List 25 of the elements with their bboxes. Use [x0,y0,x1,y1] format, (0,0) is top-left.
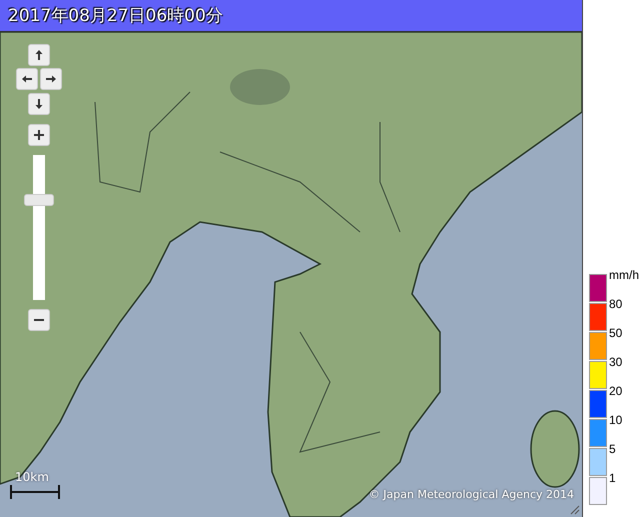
legend-label: mm/h [609,268,639,282]
resize-grip-icon[interactable] [570,505,580,515]
zoom-out-button[interactable] [28,309,50,331]
arrow-icon [33,98,45,110]
plus-icon [33,129,45,141]
pan-left-button[interactable] [16,68,38,90]
zoom-in-button[interactable] [28,124,50,146]
pan-up-button[interactable] [28,44,50,66]
arrow-icon [21,73,33,85]
legend-label: 10 [609,413,622,427]
arrow-icon [33,49,45,61]
legend-label: 80 [609,297,622,311]
scale-label: 10km [15,470,50,484]
legend-label: 30 [609,355,622,369]
legend-label: 1 [609,471,616,485]
legend-label: 50 [609,326,622,340]
legend-label: 5 [609,442,616,456]
attribution-text: © Japan Meteorological Agency 2014 [368,488,574,501]
arrow-icon [45,73,57,85]
scale-bar [10,485,60,499]
legend-label: 20 [609,384,622,398]
map-title: 2017年08月27日06時00分 [0,0,582,32]
slider-thumb[interactable] [24,194,54,206]
pan-right-button[interactable] [40,68,62,90]
pan-down-button[interactable] [28,93,50,115]
